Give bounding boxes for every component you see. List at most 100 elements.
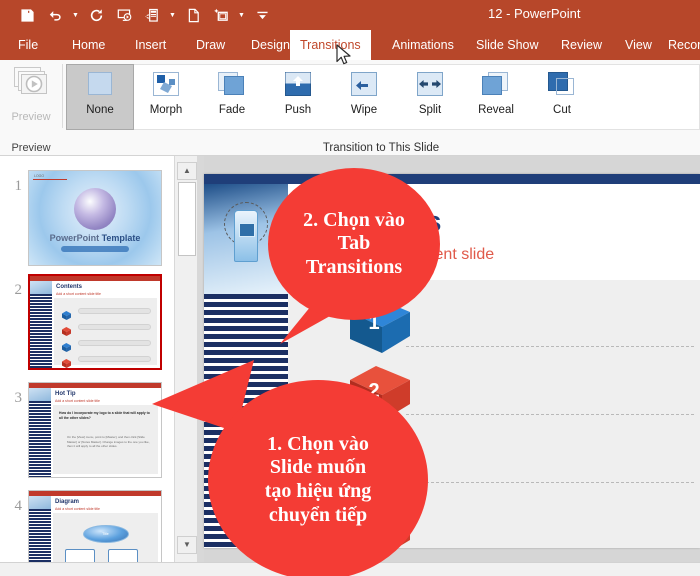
powerpoint-window: ▼ ▼ ▼ 12 - PowerPoint File Home Insert D…: [0, 0, 700, 576]
item-rule: [406, 346, 694, 347]
transition-reveal-label: Reveal: [478, 104, 514, 116]
logo-text: LOGO: [34, 174, 45, 178]
callout-step-1-bubble: 1. Chọn vào Slide muốn tạo hiệu ứng chuyển …: [208, 380, 428, 576]
transition-none-label: None: [86, 104, 114, 116]
thumbnail-number: 4: [14, 498, 23, 514]
slide-thumbnail-pane[interactable]: 1 LOGO PowerPoint Template 2 Contents Ad…: [0, 156, 174, 562]
new-slide-icon[interactable]: [208, 3, 234, 27]
item-rule: [406, 414, 694, 415]
mouse-pointer-icon: [336, 44, 352, 68]
transition-split[interactable]: Split: [397, 65, 463, 129]
ribbon: Preview Preview None Morph Fade Push Wip…: [0, 60, 700, 156]
undo-dropdown-icon[interactable]: ▼: [70, 3, 81, 27]
undo-icon[interactable]: [42, 3, 68, 27]
transition-reveal[interactable]: Reveal: [463, 65, 529, 129]
callout-step-2-text: 2. Chọn vào Tab Transitions: [303, 208, 405, 278]
customize-qat-icon[interactable]: [249, 3, 275, 27]
mini-body-text: On the [View] menu, point to [Master], a…: [67, 435, 150, 448]
thumbnail-frame[interactable]: Hot Tip Add a short content slide title …: [28, 382, 162, 478]
new-slide-dropdown-icon[interactable]: ▼: [236, 3, 247, 27]
thumbnail-number: 3: [14, 390, 23, 406]
transition-push[interactable]: Push: [265, 65, 331, 129]
print-preview-dropdown-icon[interactable]: ▼: [167, 3, 178, 27]
transition-morph[interactable]: Morph: [133, 65, 199, 129]
mini-cube-1: [62, 307, 71, 320]
thumbnail-number: 2: [14, 282, 23, 298]
mini-body: How do I incorporate my logo to a slide …: [53, 405, 158, 474]
mini-stripe: [29, 401, 51, 477]
transition-none[interactable]: None: [66, 64, 134, 130]
tab-transitions[interactable]: Transitions: [290, 30, 371, 60]
preview-button[interactable]: Preview: [6, 64, 56, 126]
thumbnail-slide-1[interactable]: 1 LOGO PowerPoint Template: [0, 166, 174, 270]
thumbnail-frame-selected[interactable]: Contents Add a short content slide title: [28, 274, 162, 370]
transition-cut[interactable]: Cut: [529, 65, 595, 129]
accent-rule: [33, 179, 67, 180]
mini-title: Diagram: [55, 499, 80, 505]
mini-diagram-box-right: [108, 549, 138, 562]
tab-file[interactable]: File: [8, 30, 48, 60]
thumbnail-slide-3[interactable]: 3 Hot Tip Add a short content slide titl…: [0, 378, 174, 482]
tab-animations[interactable]: Animations: [382, 30, 464, 60]
transition-morph-label: Morph: [149, 104, 183, 116]
thumbnail-frame[interactable]: Diagram Add a short content slide title …: [28, 490, 162, 562]
transition-morph-icon: [149, 69, 183, 99]
transition-none-icon: [83, 69, 117, 99]
start-slideshow-icon[interactable]: [111, 3, 137, 27]
tab-recording[interactable]: Recording: [658, 30, 700, 60]
tab-slide-show[interactable]: Slide Show: [466, 30, 549, 60]
transition-push-label: Push: [284, 104, 312, 116]
scrollbar-thumb[interactable]: [178, 182, 196, 256]
scroll-up-icon[interactable]: ▲: [177, 162, 197, 180]
transition-wipe-label: Wipe: [350, 104, 378, 116]
transition-fade-icon: [215, 69, 249, 99]
mini-title-accent: Template: [101, 233, 141, 243]
transition-fade[interactable]: Fade: [199, 65, 265, 129]
mini-slide-hot-tip: Hot Tip Add a short content slide title …: [29, 383, 161, 477]
callout-step-2: 2. Chọn vào Tab Transitions: [268, 168, 448, 348]
new-file-icon[interactable]: [180, 3, 206, 27]
tab-draw[interactable]: Draw: [186, 30, 235, 60]
tab-insert[interactable]: Insert: [125, 30, 176, 60]
print-preview-icon[interactable]: [139, 3, 165, 27]
mini-subtitle: Add a short content slide title: [55, 399, 100, 403]
tab-review[interactable]: Review: [551, 30, 612, 60]
globe-graphic-icon: [74, 187, 116, 230]
thumbnail-frame[interactable]: LOGO PowerPoint Template: [28, 170, 162, 266]
transition-wipe[interactable]: Wipe: [331, 65, 397, 129]
mini-cube-4: [62, 355, 71, 368]
mini-title: Contents: [56, 284, 82, 290]
thumbnail-slide-4[interactable]: 4 Diagram Add a short content slide titl…: [0, 486, 174, 562]
mini-subtitle: Add a short content slide title: [56, 292, 101, 296]
thumbnail-slide-2[interactable]: 2 Contents Add a short content slide tit…: [0, 270, 174, 374]
preview-button-label: Preview: [11, 111, 51, 123]
transition-split-label: Split: [418, 104, 442, 116]
mini-bullet-4: [78, 356, 151, 362]
mini-title: Hot Tip: [55, 391, 76, 397]
redo-icon[interactable]: [83, 3, 109, 27]
title-bar: ▼ ▼ ▼ 12 - PowerPoint: [0, 0, 700, 30]
preview-icon: [11, 64, 51, 107]
mini-image: [29, 496, 51, 509]
mini-image: [29, 388, 51, 401]
mini-cube-2: [62, 323, 71, 336]
tab-view[interactable]: View: [615, 30, 662, 60]
mini-body: [54, 298, 157, 368]
quick-access-toolbar: ▼ ▼ ▼: [14, 3, 275, 27]
window-title: 12 - PowerPoint: [488, 6, 581, 21]
transition-reveal-icon: [479, 69, 513, 99]
item-rule: [406, 482, 694, 483]
mini-heading: How do I incorporate my logo to a slide …: [59, 411, 150, 420]
save-icon[interactable]: [14, 3, 40, 27]
transition-push-icon: [281, 69, 315, 99]
transition-gallery[interactable]: None Morph Fade Push Wipe Split Reveal C…: [66, 64, 700, 130]
mini-stripe: [30, 294, 52, 368]
transition-wipe-icon: [347, 69, 381, 99]
mini-bullet-3: [78, 340, 151, 346]
mini-slide-diagram: Diagram Add a short content slide title …: [29, 491, 161, 562]
ribbon-group-preview: Preview Preview: [0, 60, 62, 156]
transitions-group-label: Transition to This Slide: [322, 142, 440, 154]
preview-group-label: Preview: [11, 142, 51, 154]
mini-stripe: [29, 509, 51, 562]
tab-home[interactable]: Home: [62, 30, 115, 60]
